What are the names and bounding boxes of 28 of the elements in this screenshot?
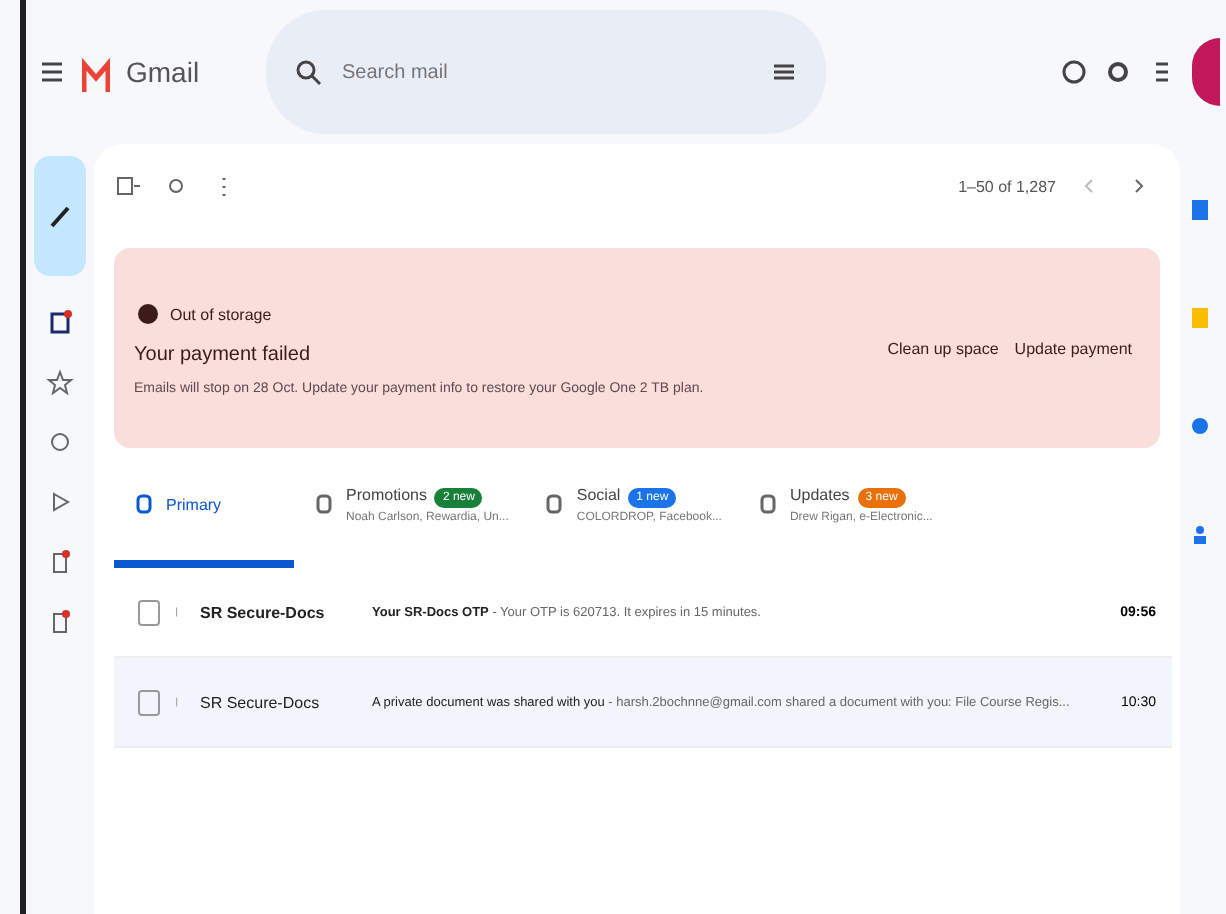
- row-checkbox[interactable]: [138, 689, 160, 715]
- settings-icon[interactable]: [1104, 58, 1132, 86]
- inbox-icon[interactable]: [46, 308, 74, 336]
- pagination: 1–50 of 1,287: [958, 177, 1056, 195]
- calendar-icon[interactable]: [1186, 196, 1214, 224]
- tab-label: Promotions: [346, 485, 427, 503]
- avatar[interactable]: [1192, 38, 1220, 106]
- tasks-icon[interactable]: [1186, 412, 1214, 440]
- warning-icon: [134, 300, 162, 328]
- banner-action[interactable]: Update payment: [1006, 331, 1140, 365]
- pencil-icon: [46, 202, 74, 230]
- banner-label: Out of storage: [170, 305, 272, 323]
- sender: SR Secure-Docs: [200, 603, 327, 621]
- tab-label: Social: [576, 485, 621, 503]
- search-icon: [294, 58, 322, 86]
- banner-action[interactable]: Clean up space: [879, 331, 1007, 365]
- sender: SR Secure-Docs: [200, 693, 322, 711]
- menu-icon[interactable]: [38, 58, 66, 86]
- app-name: Gmail: [126, 56, 202, 88]
- tab-label: Updates: [789, 485, 850, 503]
- clock-icon[interactable]: [46, 428, 74, 456]
- row-checkbox[interactable]: [138, 599, 160, 625]
- select-checkbox[interactable]: [114, 172, 142, 200]
- search-field[interactable]: Search mail: [338, 59, 754, 85]
- banner-title: Your payment failed: [134, 344, 313, 366]
- tab-label: Primary: [166, 495, 222, 513]
- logo-icon: [82, 52, 110, 92]
- help-icon[interactable]: [1060, 58, 1088, 86]
